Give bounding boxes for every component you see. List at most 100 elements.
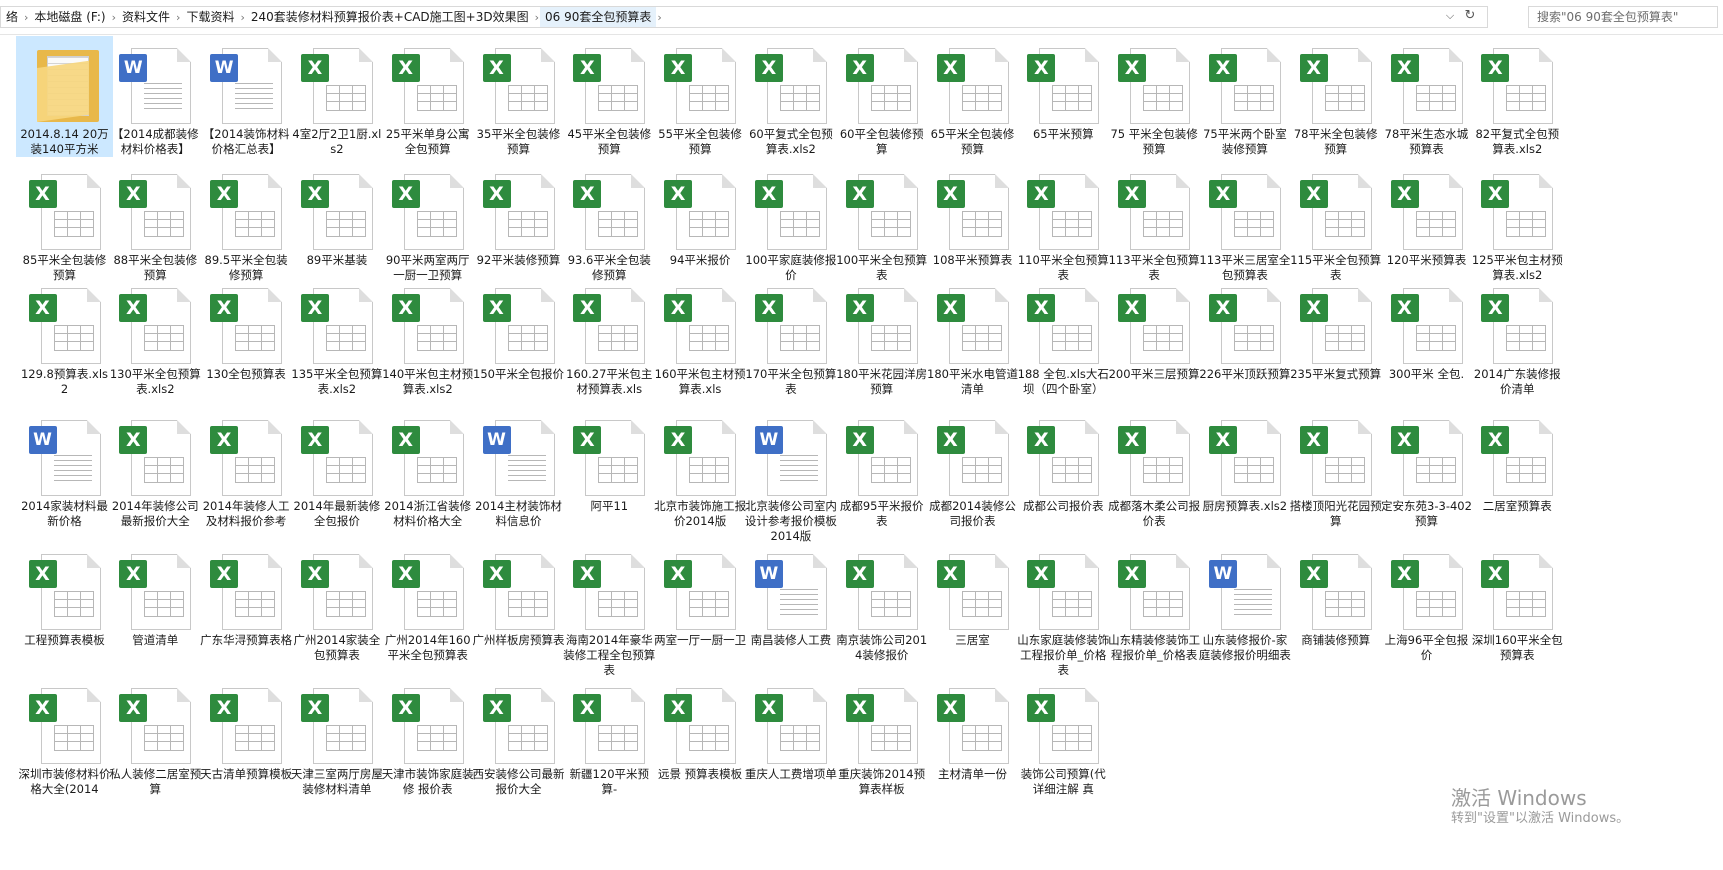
- breadcrumb-item[interactable]: 资料文件: [117, 7, 175, 27]
- search-input[interactable]: 搜索"06 90套全包预算表": [1528, 6, 1718, 28]
- file-item[interactable]: X 商铺装修预算: [1287, 542, 1384, 648]
- file-item[interactable]: W 山东装修报价-家庭装修报价明细表: [1196, 542, 1293, 663]
- file-item[interactable]: X 天津市装饰家庭装修 报价表: [379, 676, 476, 797]
- refresh-icon[interactable]: ↻: [1463, 8, 1477, 23]
- file-item[interactable]: X 300平米 全包.: [1378, 276, 1475, 382]
- file-item[interactable]: X 重庆装饰2014预算表样板: [833, 676, 930, 797]
- file-item[interactable]: X 广东华浔预算表格: [198, 542, 295, 648]
- file-item[interactable]: X 二居室预算表: [1469, 408, 1566, 514]
- file-item[interactable]: W 2014主材装饰材料信息价: [470, 408, 567, 529]
- file-item[interactable]: X 170平米全包预算表: [742, 276, 839, 397]
- breadcrumb-item[interactable]: 下载资料: [181, 7, 239, 27]
- file-item[interactable]: X 90平米两室两厅一厨一卫预算: [379, 162, 476, 283]
- file-item[interactable]: X 180平米水电管道清单: [924, 276, 1021, 397]
- breadcrumb-item[interactable]: 络: [1, 7, 23, 27]
- file-item[interactable]: X 78平米全包装修预算: [1287, 36, 1384, 157]
- file-item[interactable]: X 搭楼顶阳光花园预算: [1287, 408, 1384, 529]
- file-item[interactable]: X 广州样板房预算表: [470, 542, 567, 648]
- file-item[interactable]: X 厨房预算表.xls2: [1196, 408, 1293, 514]
- file-item[interactable]: X 130全包预算表: [198, 276, 295, 382]
- file-item[interactable]: X 三居室: [924, 542, 1021, 648]
- file-item[interactable]: X 2014广东装修报价清单: [1469, 276, 1566, 397]
- file-item[interactable]: X 113平米全包预算表: [1106, 162, 1203, 283]
- file-item[interactable]: X 上海96平全包报价: [1378, 542, 1475, 663]
- file-item[interactable]: X 山东家庭装修装饰工程报价单_价格表: [1015, 542, 1112, 678]
- file-item[interactable]: X 140平米包主材预算表.xls2: [379, 276, 476, 397]
- file-item[interactable]: X 110平米全包预算表: [1015, 162, 1112, 283]
- file-item[interactable]: X 89平米基装: [288, 162, 385, 268]
- file-item[interactable]: X 93.6平米全包装修预算: [561, 162, 658, 283]
- file-item[interactable]: 2014.8.14 20万装140平方米: [16, 36, 113, 157]
- file-item[interactable]: X 92平米装修预算: [470, 162, 567, 268]
- file-item[interactable]: W 【2014成都装修材料价格表】: [107, 36, 204, 157]
- file-item[interactable]: X 226平米顶跃预算: [1196, 276, 1293, 382]
- file-item[interactable]: X 88平米全包装修预算: [107, 162, 204, 283]
- breadcrumb-item[interactable]: 本地磁盘 (F:): [29, 7, 110, 27]
- file-item[interactable]: X 海南2014年豪华装修工程全包预算表: [561, 542, 658, 678]
- file-item[interactable]: X 160平米包主材预算表.xls: [652, 276, 749, 397]
- file-item[interactable]: X 深圳160平米全包预算表: [1469, 542, 1566, 663]
- file-item[interactable]: X 两室一厅一厨一卫: [652, 542, 749, 648]
- file-item[interactable]: X 188 全包.xls大石坝（四个卧室）: [1015, 276, 1112, 397]
- file-item[interactable]: X 89.5平米全包装修预算: [198, 162, 295, 283]
- file-item[interactable]: X 75 平米全包装修预算: [1106, 36, 1203, 157]
- file-item[interactable]: X 2014年装修人工及材料报价参考: [198, 408, 295, 529]
- file-item[interactable]: X 4室2厅2卫1厨.xls2: [288, 36, 385, 157]
- file-item[interactable]: X 160.27平米包主材预算表.xls: [561, 276, 658, 397]
- file-item[interactable]: X 130平米全包预算表.xls2: [107, 276, 204, 397]
- file-item[interactable]: X 94平米报价: [652, 162, 749, 268]
- file-item[interactable]: X 60平复式全包预算表.xls2: [742, 36, 839, 157]
- chevron-right-icon[interactable]: ›: [656, 11, 662, 24]
- file-item[interactable]: X 广州2014年160平米全包预算表: [379, 542, 476, 663]
- file-item[interactable]: X 100平家庭装修报价: [742, 162, 839, 283]
- file-item[interactable]: X 天津三室两厅房屋装修材料清单: [288, 676, 385, 797]
- file-item[interactable]: W 【2014装饰材料价格汇总表】: [198, 36, 295, 157]
- breadcrumb-item[interactable]: 06 90套全包预算表: [540, 7, 657, 27]
- file-item[interactable]: X 深圳市装修材料价格大全(2014: [16, 676, 113, 797]
- file-item[interactable]: X 私人装修二居室预算: [107, 676, 204, 797]
- file-item[interactable]: X 55平米全包装修预算: [652, 36, 749, 157]
- file-item[interactable]: X 129.8预算表.xls2: [16, 276, 113, 397]
- file-item[interactable]: X 85平米全包装修预算: [16, 162, 113, 283]
- file-item[interactable]: X 200平米三层预算: [1106, 276, 1203, 382]
- file-item[interactable]: X 阿平11: [561, 408, 658, 514]
- file-item[interactable]: X 成都落木柔公司报价表: [1106, 408, 1203, 529]
- file-item[interactable]: X 108平米预算表: [924, 162, 1021, 268]
- file-item[interactable]: X 远景 预算表模板: [652, 676, 749, 782]
- file-item[interactable]: X 113平米三居室全包预算表: [1196, 162, 1293, 283]
- file-item[interactable]: X 2014年最新装修全包报价: [288, 408, 385, 529]
- file-item[interactable]: W 南昌装修人工费: [742, 542, 839, 648]
- file-item[interactable]: X 定安东苑3-3-402预算: [1378, 408, 1475, 529]
- file-item[interactable]: W 2014家装材料最新价格: [16, 408, 113, 529]
- file-item[interactable]: X 装饰公司预算(代详细注解 真: [1015, 676, 1112, 797]
- file-item[interactable]: X 重庆人工费增项单: [742, 676, 839, 782]
- file-item[interactable]: X 成都公司报价表: [1015, 408, 1112, 514]
- file-item[interactable]: W 北京装修公司室内设计参考报价模板2014版: [742, 408, 839, 544]
- chevron-down-icon[interactable]: ⌵: [1443, 9, 1457, 23]
- file-item[interactable]: X 82平复式全包预算表.xls2: [1469, 36, 1566, 157]
- file-item[interactable]: X 25平米单身公寓全包预算: [379, 36, 476, 157]
- file-item[interactable]: X 115平米全包预算表: [1287, 162, 1384, 283]
- file-item[interactable]: X 120平米预算表: [1378, 162, 1475, 268]
- file-item[interactable]: X 成都95平米报价表: [833, 408, 930, 529]
- breadcrumb-item[interactable]: 240套装修材料预算报价表+CAD施工图+3D效果图: [246, 7, 534, 27]
- file-item[interactable]: X 60平全包装修预算: [833, 36, 930, 157]
- file-item[interactable]: X 天古清单预算模板: [198, 676, 295, 782]
- file-item[interactable]: X 150平米全包报价: [470, 276, 567, 382]
- file-item[interactable]: X 成都2014装修公司报价表: [924, 408, 1021, 529]
- file-item[interactable]: X 75平米两个卧室装修预算: [1196, 36, 1293, 157]
- file-item[interactable]: X 新疆120平米预算-: [561, 676, 658, 797]
- file-item[interactable]: X 2014年装修公司最新报价大全: [107, 408, 204, 529]
- file-item[interactable]: X 35平米全包装修预算: [470, 36, 567, 157]
- file-item[interactable]: X 180平米花园洋房预算: [833, 276, 930, 397]
- file-item[interactable]: X 65平米预算: [1015, 36, 1112, 142]
- file-item[interactable]: X 65平米全包装修预算: [924, 36, 1021, 157]
- file-item[interactable]: X 125平米包主材预算表.xls2: [1469, 162, 1566, 283]
- file-item[interactable]: X 广州2014家装全包预算表: [288, 542, 385, 663]
- breadcrumb[interactable]: 络 › 本地磁盘 (F:) › 资料文件 › 下载资料 › 240套装修材料预算报价表+CAD施…: [0, 6, 1488, 28]
- file-item[interactable]: X 工程预算表模板: [16, 542, 113, 648]
- file-item[interactable]: X 南京装饰公司2014装修报价: [833, 542, 930, 663]
- file-item[interactable]: X 主材清单一份: [924, 676, 1021, 782]
- file-item[interactable]: X 北京市装饰施工报价2014版: [652, 408, 749, 529]
- file-item[interactable]: X 235平米复式预算: [1287, 276, 1384, 382]
